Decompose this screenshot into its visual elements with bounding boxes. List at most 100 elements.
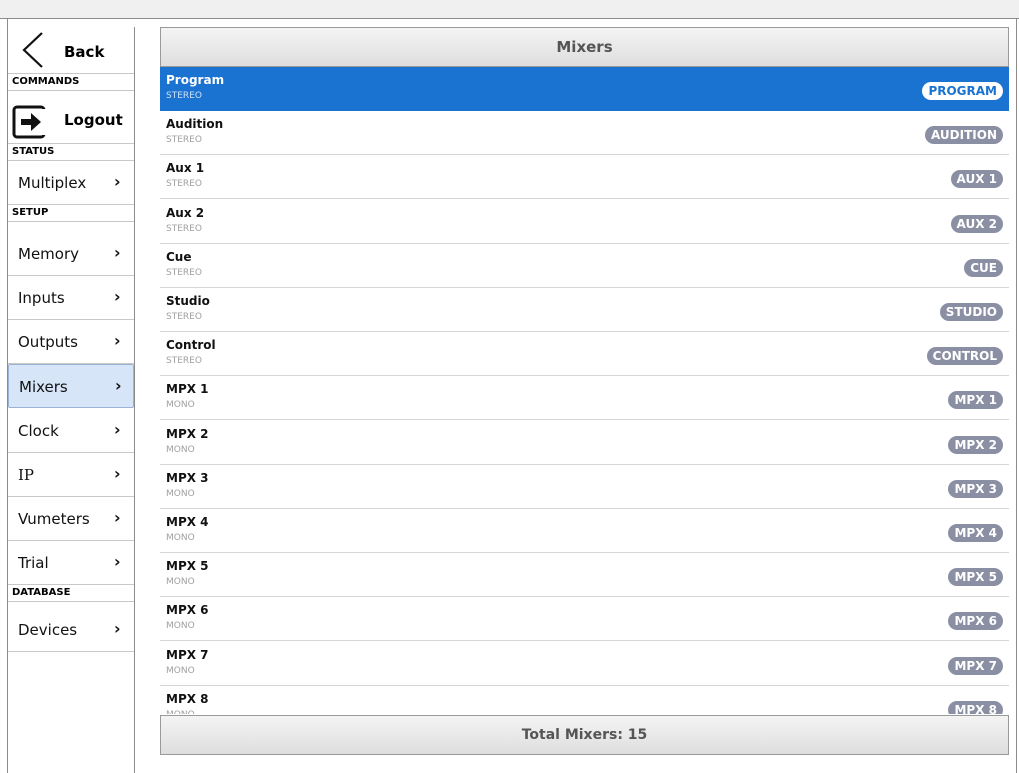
mixer-name: MPX 4 bbox=[166, 515, 209, 529]
mixer-row[interactable]: Aux 2 STEREO AUX 2 bbox=[160, 200, 1009, 244]
mixer-name: MPX 6 bbox=[166, 603, 209, 617]
mixer-badge: AUX 1 bbox=[950, 170, 1003, 188]
mixer-badge: AUX 2 bbox=[950, 215, 1003, 233]
mixer-channel-type: STEREO bbox=[166, 312, 202, 322]
sidebar: Back COMMANDS Logout STATUS Multiplex › … bbox=[8, 27, 134, 773]
sidebar-item-vumeters[interactable]: Vumeters › bbox=[8, 497, 134, 541]
mixer-row[interactable]: MPX 6 MONO MPX 6 bbox=[160, 597, 1009, 641]
mixer-name: MPX 3 bbox=[166, 471, 209, 485]
mixer-row[interactable]: Cue STEREO CUE bbox=[160, 244, 1009, 288]
sidebar-item-mixers[interactable]: Mixers › bbox=[8, 364, 134, 408]
mixer-name: Program bbox=[166, 73, 225, 87]
mixer-badge: MPX 8 bbox=[948, 701, 1003, 714]
mixer-name: Studio bbox=[166, 294, 210, 308]
logout-button[interactable]: Logout bbox=[8, 101, 134, 144]
section-header-database: DATABASE bbox=[8, 585, 134, 602]
back-button[interactable]: Back bbox=[8, 27, 134, 74]
mixer-channel-type: STEREO bbox=[166, 356, 202, 366]
mixer-name: MPX 8 bbox=[166, 692, 209, 706]
chevron-right-icon: › bbox=[114, 287, 121, 306]
sidebar-item-label: Clock bbox=[18, 422, 59, 440]
mixer-badge: PROGRAM bbox=[922, 82, 1003, 100]
chevron-right-icon: › bbox=[114, 243, 121, 262]
chevron-right-icon: › bbox=[115, 376, 122, 395]
mixer-row[interactable]: MPX 7 MONO MPX 7 bbox=[160, 642, 1009, 686]
logout-label: Logout bbox=[64, 111, 123, 129]
mixer-channel-type: MONO bbox=[166, 445, 195, 455]
chevron-right-icon: › bbox=[114, 464, 121, 483]
sidebar-item-multiplex[interactable]: Multiplex › bbox=[8, 161, 134, 205]
frame-border-right bbox=[1016, 19, 1017, 773]
back-label: Back bbox=[64, 43, 105, 61]
sidebar-item-outputs[interactable]: Outputs › bbox=[8, 320, 134, 364]
chevron-right-icon: › bbox=[114, 420, 121, 439]
mixer-row[interactable]: Program STEREO PROGRAM bbox=[160, 67, 1009, 111]
sidebar-item-label: Memory bbox=[18, 245, 80, 263]
sidebar-item-label: Devices bbox=[18, 621, 78, 639]
mixer-name: Cue bbox=[166, 250, 192, 264]
mixers-panel: Mixers Program STEREO PROGRAM Audition STERE… bbox=[160, 27, 1009, 755]
mixer-channel-type: STEREO bbox=[166, 91, 202, 101]
mixer-name: Aux 2 bbox=[166, 206, 205, 220]
mixer-name: MPX 5 bbox=[166, 559, 209, 573]
sidebar-item-trial[interactable]: Trial › bbox=[8, 541, 134, 585]
mixer-channel-type: MONO bbox=[166, 710, 195, 714]
chevron-right-icon: › bbox=[114, 331, 121, 350]
logout-icon bbox=[12, 105, 46, 143]
page-title: Mixers bbox=[160, 27, 1009, 67]
mixer-row[interactable]: Audition STEREO AUDITION bbox=[160, 111, 1009, 155]
sidebar-item-devices[interactable]: Devices › bbox=[8, 608, 134, 652]
chevron-right-icon: › bbox=[114, 552, 121, 571]
mixer-row[interactable]: Studio STEREO STUDIO bbox=[160, 288, 1009, 332]
mixer-name: MPX 1 bbox=[166, 382, 209, 396]
section-header-status: STATUS bbox=[8, 144, 134, 161]
mixer-badge: CUE bbox=[964, 259, 1003, 277]
mixer-channel-type: STEREO bbox=[166, 224, 202, 234]
mixer-badge: MPX 7 bbox=[948, 657, 1003, 675]
sidebar-item-clock[interactable]: Clock › bbox=[8, 409, 134, 453]
mixer-row[interactable]: MPX 2 MONO MPX 2 bbox=[160, 421, 1009, 465]
mixer-badge: CONTROL bbox=[926, 347, 1003, 365]
mixer-name: MPX 2 bbox=[166, 427, 209, 441]
mixer-channel-type: MONO bbox=[166, 533, 195, 543]
mixer-channel-type: MONO bbox=[166, 621, 195, 631]
mixer-channel-type: STEREO bbox=[166, 179, 202, 189]
mixer-badge: STUDIO bbox=[939, 303, 1003, 321]
section-header-setup: SETUP bbox=[8, 205, 134, 222]
mixer-list[interactable]: Program STEREO PROGRAM Audition STEREO AUDITI… bbox=[160, 67, 1009, 714]
mixer-badge: MPX 6 bbox=[948, 612, 1003, 630]
sidebar-item-label: Vumeters bbox=[18, 510, 90, 528]
sidebar-divider bbox=[134, 27, 135, 773]
mixer-row[interactable]: MPX 4 MONO MPX 4 bbox=[160, 509, 1009, 553]
mixer-row[interactable]: MPX 8 MONO MPX 8 bbox=[160, 686, 1009, 714]
chevron-right-icon: › bbox=[114, 172, 121, 191]
chevron-right-icon: › bbox=[114, 619, 121, 638]
mixer-name: Aux 1 bbox=[166, 161, 205, 175]
chevron-right-icon: › bbox=[114, 508, 121, 527]
mixer-row[interactable]: Control STEREO CONTROL bbox=[160, 332, 1009, 376]
mixer-channel-type: MONO bbox=[166, 666, 195, 676]
mixer-row[interactable]: MPX 1 MONO MPX 1 bbox=[160, 376, 1009, 420]
sidebar-item-inputs[interactable]: Inputs › bbox=[8, 276, 134, 320]
mixer-row[interactable]: MPX 3 MONO MPX 3 bbox=[160, 465, 1009, 509]
mixer-channel-type: MONO bbox=[166, 489, 195, 499]
mixer-name: MPX 7 bbox=[166, 648, 209, 662]
mixer-badge: MPX 1 bbox=[948, 391, 1003, 409]
mixer-channel-type: STEREO bbox=[166, 268, 202, 278]
mixer-badge: MPX 3 bbox=[948, 480, 1003, 498]
back-chevron-icon bbox=[20, 31, 46, 73]
mixer-badge: MPX 2 bbox=[948, 436, 1003, 454]
mixer-badge: MPX 4 bbox=[948, 524, 1003, 542]
mixer-row[interactable]: Aux 1 STEREO AUX 1 bbox=[160, 155, 1009, 199]
mixer-badge: MPX 5 bbox=[948, 568, 1003, 586]
sidebar-item-label: Mixers bbox=[19, 378, 68, 396]
sidebar-item-label: Multiplex bbox=[18, 174, 87, 192]
mixer-name: Audition bbox=[166, 117, 224, 131]
mixer-row[interactable]: MPX 5 MONO MPX 5 bbox=[160, 553, 1009, 597]
window-top-bar bbox=[0, 0, 1019, 19]
sidebar-item-ip[interactable]: IP › bbox=[8, 453, 134, 497]
sidebar-item-memory[interactable]: Memory › bbox=[8, 232, 134, 276]
sidebar-item-label: Outputs bbox=[18, 333, 78, 351]
mixer-name: Control bbox=[166, 338, 216, 352]
sidebar-item-label: IP bbox=[18, 466, 35, 484]
